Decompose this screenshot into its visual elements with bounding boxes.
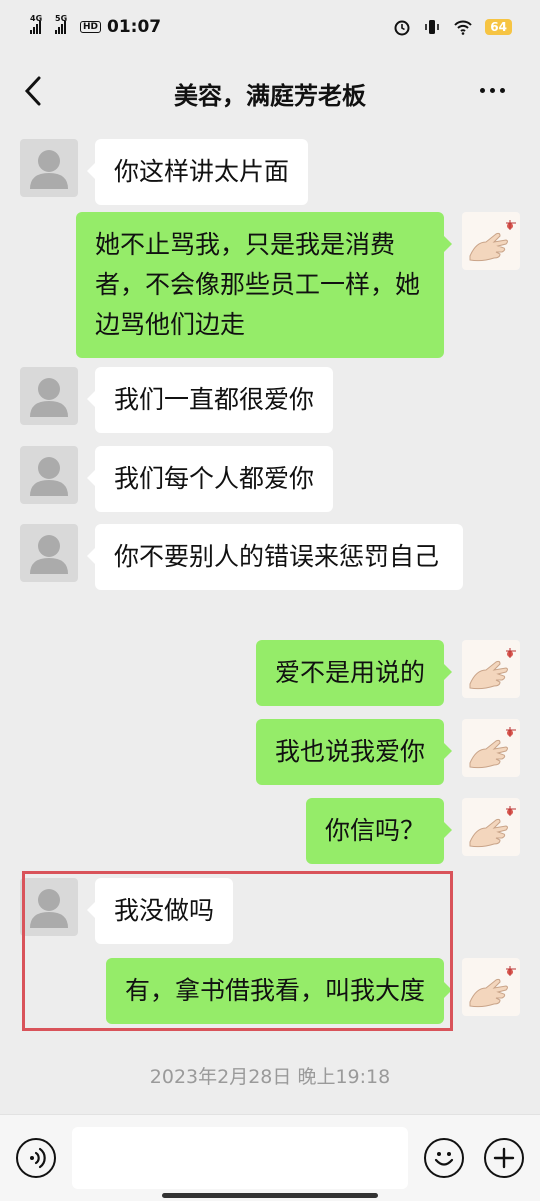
chat-title: 美容，满庭芳老板 [174,82,366,110]
wifi-icon [454,20,473,35]
message-bubble[interactable]: 她不止骂我，只是我是消费者，不会像那些员工一样，她边骂他们边走 [76,212,452,358]
network-5g-label: 5G [55,14,68,23]
message-bubble[interactable]: 我们一直都很爱你 [86,367,334,433]
my-avatar[interactable] [462,212,520,270]
voice-button[interactable] [16,1138,56,1178]
message-bubble[interactable]: 你信吗？ [305,798,453,864]
status-right: 64 [393,18,512,36]
contact-avatar[interactable] [20,446,78,504]
contact-avatar[interactable] [20,878,78,936]
contact-avatar[interactable] [20,367,78,425]
message-bubble[interactable]: 有，拿书借我看，叫我大度 [105,958,453,1024]
my-avatar[interactable] [462,719,520,777]
message-bubble[interactable]: 爱不是用说的 [255,640,453,706]
message-bubble[interactable]: 你这样讲太片面 [86,139,309,205]
message-bubble[interactable]: 我没做吗 [86,878,234,944]
chat-header: 美容，满庭芳老板 [0,58,540,126]
more-button[interactable] [480,80,512,100]
status-time: 01:07 [107,17,162,37]
my-avatar[interactable] [462,798,520,856]
emoji-icon [434,1152,454,1166]
alarm-icon [394,20,410,36]
contact-avatar[interactable] [20,139,78,197]
plus-icon [493,1147,515,1169]
signal-5g-icon: 5G [55,14,67,34]
vibrate-icon [425,20,440,34]
emoji-button[interactable] [424,1138,464,1178]
message-bubble[interactable]: 你不要别人的错误来惩罚自己 [87,524,463,590]
voice-icon [30,1147,46,1169]
hd-voice-badge: HD [80,21,102,33]
message-timestamp: 2023年2月28日 晚上19:18 [149,1066,391,1088]
my-avatar[interactable] [462,640,520,698]
more-dots-icon [480,87,485,93]
input-bar [0,1114,540,1201]
battery-indicator: 64 [485,19,512,35]
message-bubble[interactable]: 我们每个人都爱你 [86,446,334,512]
status-left: 4G 5G HD 01:07 [30,14,162,37]
contact-avatar[interactable] [20,524,78,582]
home-indicator [162,1193,378,1198]
message-input[interactable] [72,1127,408,1189]
my-avatar[interactable] [462,958,520,1016]
status-bar: 4G 5G HD 01:07 64 [0,0,540,58]
message-bubble[interactable]: 我也说我爱你 [255,719,453,785]
plus-button[interactable] [484,1138,524,1178]
signal-4g-icon: 4G [30,14,42,34]
network-4g-label: 4G [30,14,43,23]
